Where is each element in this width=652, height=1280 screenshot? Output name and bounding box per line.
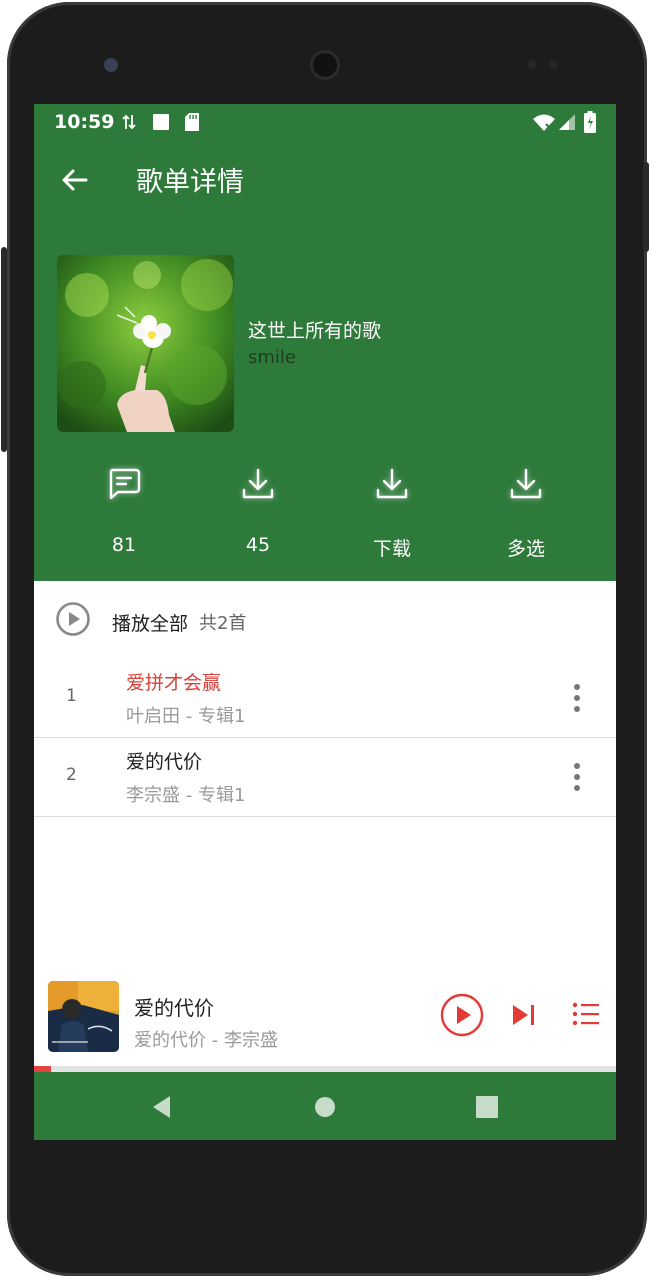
download-label: 下载 (372, 538, 411, 560)
song-count: 共2首 (199, 613, 247, 634)
nav-recents-icon[interactable] (474, 1094, 500, 1120)
power-button (1, 247, 7, 452)
playlist-name: 这世上所有的歌 (248, 320, 382, 342)
volume-button (643, 162, 649, 252)
back-arrow-icon[interactable] (58, 164, 90, 196)
multi-select-label: 多选 (506, 538, 545, 560)
song-subtitle: 李宗盛 - 专辑1 (126, 785, 246, 806)
sensor (549, 60, 558, 69)
playlist-author[interactable]: smile (248, 347, 296, 368)
app-screen: 10:59 歌单详情 这世上所有的歌 smile 81 45 下载 多选 播放全… (34, 104, 616, 1140)
song-index: 2 (66, 765, 77, 785)
wifi-icon (533, 114, 555, 131)
now-playing-subtitle: 爱的代价 - 李宗盛 (134, 1030, 278, 1051)
now-playing-title: 爱的代价 (134, 996, 214, 1020)
play-circle-icon (56, 602, 90, 636)
notification-square-icon (153, 114, 169, 130)
data-transfer-icon (122, 114, 136, 130)
app-toolbar: 歌单详情 (34, 142, 616, 214)
nav-back-icon[interactable] (150, 1094, 176, 1120)
play-all-row[interactable]: 播放全部 共2首 (34, 581, 616, 659)
song-index: 1 (66, 686, 77, 706)
cover-image (57, 255, 234, 432)
download-icon (510, 468, 542, 499)
song-title: 爱的代价 (126, 751, 203, 773)
mini-player[interactable]: 爱的代价 爱的代价 - 李宗盛 (34, 972, 616, 1066)
skip-next-icon[interactable] (511, 1002, 537, 1028)
comment-icon (109, 468, 141, 500)
system-navigation-bar (34, 1072, 616, 1140)
front-camera (104, 58, 118, 72)
status-bar: 10:59 (34, 104, 616, 142)
multi-select-action[interactable]: 多选 (476, 466, 576, 566)
share-download-action[interactable]: 45 (208, 466, 308, 566)
song-subtitle: 叶启田 - 专辑1 (126, 706, 246, 727)
playlist-cover (57, 255, 234, 432)
download-action[interactable]: 下载 (342, 466, 442, 566)
page-title: 歌单详情 (136, 167, 244, 198)
play-all-label: 播放全部 (112, 613, 189, 635)
album-art-image (48, 981, 119, 1052)
playlist-queue-icon[interactable] (572, 1000, 600, 1028)
earpiece-speaker (310, 50, 340, 80)
nav-home-icon[interactable] (312, 1094, 338, 1120)
more-options-icon[interactable] (568, 761, 586, 793)
now-playing-cover (48, 981, 119, 1052)
share-count: 45 (245, 534, 271, 556)
comment-action[interactable]: 81 (74, 466, 174, 566)
sd-card-icon (185, 113, 199, 131)
play-button-icon[interactable] (440, 993, 484, 1037)
playlist-header: 10:59 歌单详情 这世上所有的歌 smile 81 45 下载 多选 (34, 104, 616, 581)
song-row[interactable]: 2 爱的代价 李宗盛 - 专辑1 (34, 737, 616, 817)
song-title: 爱拼才会赢 (126, 672, 222, 694)
sensor (527, 60, 536, 69)
download-icon (376, 468, 408, 499)
cell-signal-icon (559, 114, 575, 130)
song-row[interactable]: 1 爱拼才会赢 叶启田 - 专辑1 (34, 658, 616, 738)
download-icon (242, 468, 274, 499)
battery-icon (584, 111, 596, 133)
more-options-icon[interactable] (568, 682, 586, 714)
comment-count: 81 (111, 534, 137, 556)
status-time: 10:59 (54, 111, 115, 133)
